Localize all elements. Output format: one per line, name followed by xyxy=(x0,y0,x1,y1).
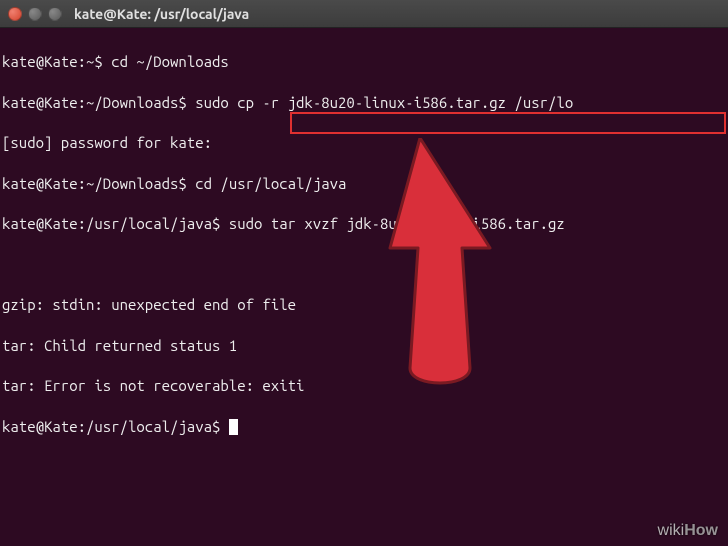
watermark: wikiHow xyxy=(658,522,718,540)
prompt: kate@Kate:~/Downloads$ xyxy=(2,94,187,111)
window-controls xyxy=(8,7,62,21)
watermark-text: wiki xyxy=(658,522,685,539)
output-text: tar: Child returned status 1 xyxy=(2,337,237,354)
command-text: sudo tar xvzf jdk-8u20-linux-i586.tar.gz xyxy=(220,215,564,232)
prompt: kate@Kate:/usr/local/java$ xyxy=(2,215,220,232)
highlight-box xyxy=(290,112,726,134)
command-text: cd /usr/local/java xyxy=(187,175,347,192)
output-text: [sudo] password for kate: xyxy=(2,134,212,151)
maximize-icon[interactable] xyxy=(48,7,62,21)
close-icon[interactable] xyxy=(8,7,22,21)
window-title: kate@Kate: /usr/local/java xyxy=(74,6,249,22)
prompt: kate@Kate:~$ xyxy=(2,53,103,70)
window-titlebar: kate@Kate: /usr/local/java xyxy=(0,0,728,28)
terminal-output[interactable]: kate@Kate:~$ cd ~/Downloads kate@Kate:~/… xyxy=(0,28,728,542)
output-text: tar: Error is not recoverable: exiti xyxy=(2,377,304,394)
output-text: gzip: stdin: unexpected end of file xyxy=(2,296,296,313)
output-text xyxy=(2,256,10,273)
command-text: cd ~/Downloads xyxy=(103,53,229,70)
cursor-icon xyxy=(229,419,238,435)
prompt: kate@Kate:/usr/local/java$ xyxy=(2,418,220,435)
command-text xyxy=(220,418,228,435)
command-text: sudo cp -r jdk-8u20-linux-i586.tar.gz /u… xyxy=(187,94,573,111)
watermark-text: How xyxy=(684,522,718,539)
prompt: kate@Kate:~/Downloads$ xyxy=(2,175,187,192)
minimize-icon[interactable] xyxy=(28,7,42,21)
